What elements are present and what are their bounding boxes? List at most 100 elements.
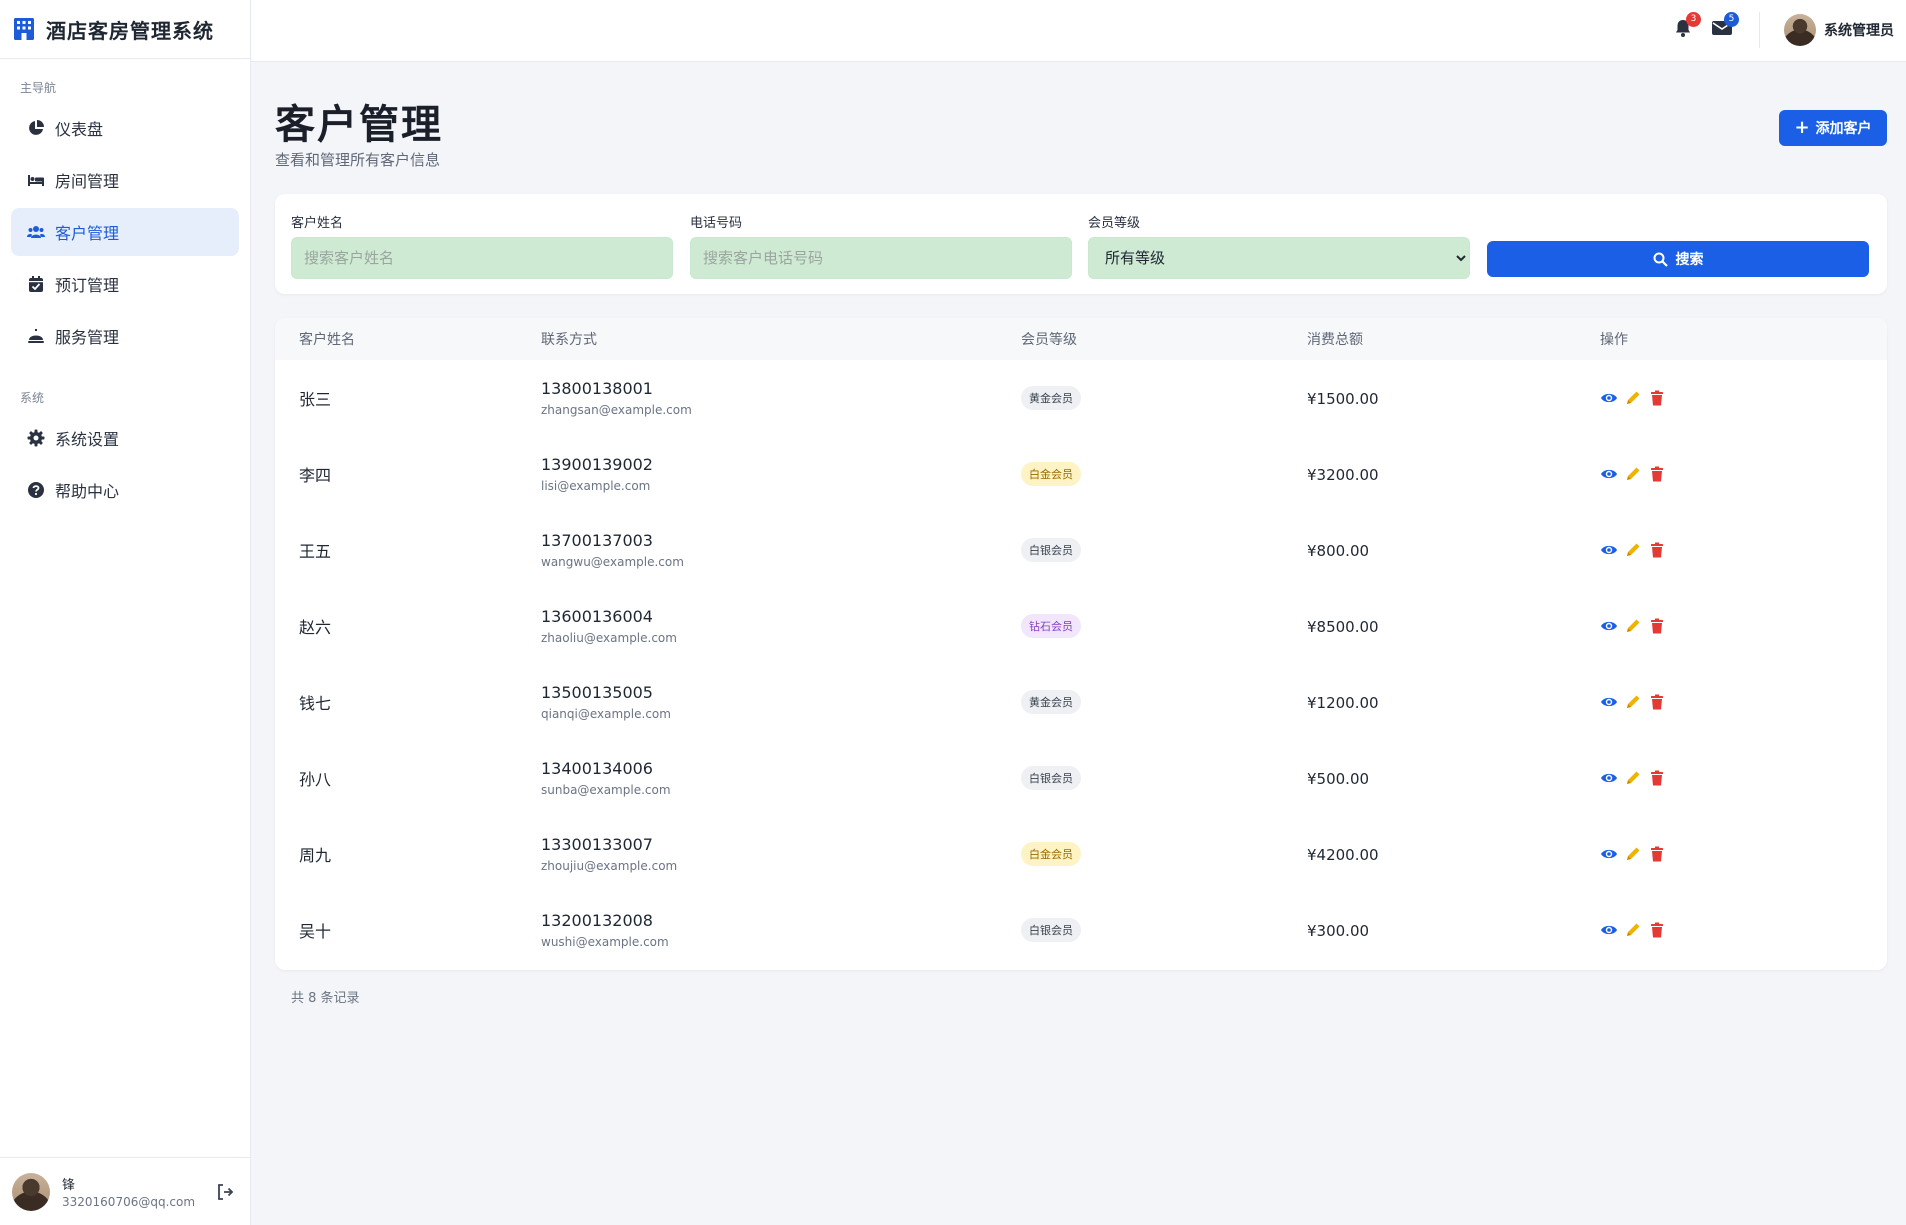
sidebar-item-customers[interactable]: 客户管理: [11, 208, 239, 256]
customer-email: sunba@example.com: [541, 783, 671, 797]
column-header-actions: 操作: [1600, 332, 1628, 348]
member-level-badge: 钻石会员: [1021, 614, 1081, 638]
nav-group-main-label: 主导航: [20, 81, 57, 95]
edit-icon[interactable]: [1624, 769, 1642, 787]
view-icon[interactable]: [1600, 617, 1618, 635]
customer-phone: 13300133007: [541, 835, 653, 854]
column-header-level[interactable]: 会员等级: [1021, 329, 1307, 349]
view-icon[interactable]: [1600, 389, 1618, 407]
customer-total-spend: ¥3200.00: [1307, 465, 1379, 484]
page-title: 客户管理: [275, 102, 443, 148]
edit-icon[interactable]: [1624, 845, 1642, 863]
sidebar-item-label: 房间管理: [55, 172, 120, 191]
sidebar-user-info: 锋 3320160706@qq.com: [62, 1174, 215, 1209]
customer-name: 钱七: [299, 694, 332, 713]
customer-phone: 13400134006: [541, 759, 653, 778]
member-level-select[interactable]: 所有等级: [1088, 237, 1470, 279]
users-icon: [27, 223, 45, 241]
sidebar-item-settings[interactable]: 系统设置: [11, 414, 239, 462]
search-button[interactable]: 搜索: [1487, 241, 1869, 277]
sidebar-item-services[interactable]: 服务管理: [11, 312, 239, 360]
delete-icon[interactable]: [1648, 845, 1666, 863]
view-icon[interactable]: [1600, 769, 1618, 787]
sidebar-item-help[interactable]: 帮助中心: [11, 466, 239, 514]
delete-icon[interactable]: [1648, 541, 1666, 559]
customer-name: 周九: [299, 846, 332, 865]
row-actions: [1600, 769, 1887, 787]
column-header-total[interactable]: 消费总额: [1307, 329, 1600, 349]
customer-total-spend: ¥8500.00: [1307, 617, 1379, 636]
table-header: 客户姓名 联系方式 会员等级 消费总额 操作: [275, 318, 1887, 360]
search-button-label: 搜索: [1675, 252, 1704, 268]
delete-icon[interactable]: [1648, 769, 1666, 787]
edit-icon[interactable]: [1624, 921, 1642, 939]
table-row: 张三 13800138001 zhangsan@example.com 黄金会员 ¥15…: [275, 360, 1887, 436]
phone-search-input[interactable]: [690, 237, 1072, 279]
member-level-badge: 黄金会员: [1021, 386, 1081, 410]
view-icon[interactable]: [1600, 921, 1618, 939]
delete-icon[interactable]: [1648, 921, 1666, 939]
sidebar-item-rooms[interactable]: 房间管理: [11, 156, 239, 204]
sidebar-item-bookings[interactable]: 预订管理: [11, 260, 239, 308]
avatar[interactable]: [12, 1172, 50, 1211]
brand[interactable]: 酒店客房管理系统: [0, 0, 250, 59]
member-level-badge: 黄金会员: [1021, 690, 1081, 714]
table-row: 吴十 13200132008 wushi@example.com 白银会员 ¥300.0…: [275, 892, 1887, 968]
gear-icon: [27, 429, 45, 447]
delete-icon[interactable]: [1648, 693, 1666, 711]
delete-icon[interactable]: [1648, 617, 1666, 635]
messages-badge: 5: [1724, 12, 1739, 27]
table-row: 赵六 13600136004 zhaoliu@example.com 钻石会员 ¥850…: [275, 588, 1887, 664]
row-actions: [1600, 845, 1887, 863]
level-filter-label: 会员等级: [1088, 216, 1141, 231]
logout-icon[interactable]: [215, 1182, 235, 1202]
page-subtitle: 查看和管理所有客户信息: [275, 151, 441, 169]
notifications-button[interactable]: 3: [1673, 12, 1701, 40]
sidebar: 酒店客房管理系统 主导航 仪表盘 房间管理 客户管理 预订管理 服务管理 系统 …: [0, 0, 251, 1225]
row-actions: [1600, 541, 1887, 559]
sidebar-item-label: 预订管理: [55, 276, 120, 295]
table-row: 周九 13300133007 zhoujiu@example.com 白金会员 ¥420…: [275, 816, 1887, 892]
nav-group-system-label: 系统: [20, 391, 45, 405]
sidebar-item-label: 客户管理: [55, 224, 120, 243]
sidebar-user-panel: 锋 3320160706@qq.com: [0, 1157, 251, 1225]
member-level-badge: 白银会员: [1021, 766, 1081, 790]
edit-icon[interactable]: [1624, 617, 1642, 635]
edit-icon[interactable]: [1624, 693, 1642, 711]
customer-email: wangwu@example.com: [541, 555, 684, 569]
member-level-badge: 白金会员: [1021, 842, 1081, 866]
name-filter-label: 客户姓名: [291, 216, 344, 231]
view-icon[interactable]: [1600, 465, 1618, 483]
search-icon: [1653, 252, 1668, 267]
column-header-contact[interactable]: 联系方式: [541, 329, 1021, 349]
row-actions: [1600, 617, 1887, 635]
view-icon[interactable]: [1600, 693, 1618, 711]
customer-name: 赵六: [299, 618, 332, 637]
edit-icon[interactable]: [1624, 389, 1642, 407]
member-level-badge: 白银会员: [1021, 538, 1081, 562]
hotel-building-icon: [12, 17, 36, 41]
row-actions: [1600, 389, 1887, 407]
column-header-name[interactable]: 客户姓名: [275, 329, 541, 349]
name-filter: 客户姓名: [291, 212, 673, 279]
customer-phone: 13600136004: [541, 607, 653, 626]
main-content: 客户管理 查看和管理所有客户信息 + 添加客户 客户姓名 电话号码 会员等级 所…: [251, 62, 1906, 1225]
customer-email: zhoujiu@example.com: [541, 859, 678, 873]
delete-icon[interactable]: [1648, 389, 1666, 407]
delete-icon[interactable]: [1648, 465, 1666, 483]
view-icon[interactable]: [1600, 845, 1618, 863]
topbar-user-menu[interactable]: 系统管理员: [1784, 14, 1894, 46]
sidebar-item-dashboard[interactable]: 仪表盘: [11, 104, 239, 152]
edit-icon[interactable]: [1624, 541, 1642, 559]
edit-icon[interactable]: [1624, 465, 1642, 483]
customer-name-search-input[interactable]: [291, 237, 673, 279]
customer-table: 客户姓名 联系方式 会员等级 消费总额 操作 张三 13800138001 zhan…: [275, 318, 1887, 970]
table-body: 张三 13800138001 zhangsan@example.com 黄金会员 ¥15…: [275, 360, 1887, 968]
sidebar-user-email: 3320160706@qq.com: [62, 1195, 196, 1209]
add-customer-button[interactable]: + 添加客户: [1779, 110, 1887, 146]
view-icon[interactable]: [1600, 541, 1618, 559]
level-filter: 会员等级 所有等级: [1088, 212, 1470, 279]
record-count: 共 8 条记录: [291, 991, 360, 1006]
customer-phone: 13200132008: [541, 911, 653, 930]
messages-button[interactable]: 5: [1711, 12, 1739, 40]
